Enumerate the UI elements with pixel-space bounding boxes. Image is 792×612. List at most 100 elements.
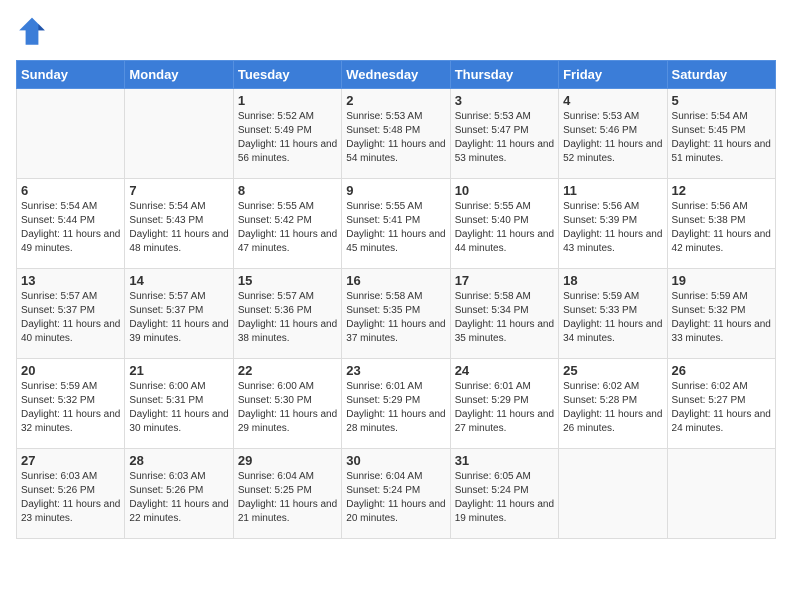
day-info: Sunrise: 5:54 AM Sunset: 5:44 PM Dayligh… <box>21 200 120 256</box>
day-number: 15 <box>238 273 337 288</box>
day-info: Sunrise: 5:57 AM Sunset: 5:36 PM Dayligh… <box>238 290 337 346</box>
day-cell: 20 Sunrise: 5:59 AM Sunset: 5:32 PM Dayli… <box>17 359 125 449</box>
day-number: 9 <box>346 183 445 198</box>
day-cell: 11Sunrise: 5:56 AM Sunset: 5:39 PM Dayli… <box>559 179 667 269</box>
day-number: 26 <box>672 363 771 378</box>
day-info: Sunrise: 6:00 AM Sunset: 5:31 PM Dayligh… <box>129 380 228 436</box>
week-row-3: 13 Sunrise: 5:57 AM Sunset: 5:37 PM Dayli… <box>17 269 776 359</box>
day-info: Sunrise: 6:02 AM Sunset: 5:27 PM Dayligh… <box>672 380 771 436</box>
day-cell: 23 Sunrise: 6:01 AM Sunset: 5:29 PM Dayli… <box>342 359 450 449</box>
day-cell: 3 Sunrise: 5:53 AM Sunset: 5:47 PM Daylig… <box>450 89 558 179</box>
header-cell-monday: Monday <box>125 61 233 89</box>
day-info: Sunrise: 5:59 AM Sunset: 5:32 PM Dayligh… <box>672 290 771 346</box>
day-info: Sunrise: 5:58 AM Sunset: 5:35 PM Dayligh… <box>346 290 445 346</box>
calendar-table: SundayMondayTuesdayWednesdayThursdayFrid… <box>16 60 776 539</box>
day-number: 12 <box>672 183 771 198</box>
day-info: Sunrise: 5:55 AM Sunset: 5:40 PM Dayligh… <box>455 200 554 256</box>
day-cell: 13 Sunrise: 5:57 AM Sunset: 5:37 PM Dayli… <box>17 269 125 359</box>
day-info: Sunrise: 5:59 AM Sunset: 5:32 PM Dayligh… <box>21 380 120 436</box>
day-info: Sunrise: 5:53 AM Sunset: 5:46 PM Dayligh… <box>563 110 662 166</box>
day-number: 20 <box>21 363 120 378</box>
day-info: Sunrise: 5:57 AM Sunset: 5:37 PM Dayligh… <box>21 290 120 346</box>
day-cell: 26 Sunrise: 6:02 AM Sunset: 5:27 PM Dayli… <box>667 359 775 449</box>
day-number: 23 <box>346 363 445 378</box>
header-cell-tuesday: Tuesday <box>233 61 341 89</box>
day-number: 24 <box>455 363 554 378</box>
day-cell: 14 Sunrise: 5:57 AM Sunset: 5:37 PM Dayli… <box>125 269 233 359</box>
day-cell: 22 Sunrise: 6:00 AM Sunset: 5:30 PM Dayli… <box>233 359 341 449</box>
day-cell: 5Sunrise: 5:54 AM Sunset: 5:45 PM Daylig… <box>667 89 775 179</box>
day-cell: 16 Sunrise: 5:58 AM Sunset: 5:35 PM Dayli… <box>342 269 450 359</box>
day-info: Sunrise: 5:56 AM Sunset: 5:38 PM Dayligh… <box>672 200 771 256</box>
logo-icon <box>16 16 48 48</box>
header-cell-sunday: Sunday <box>17 61 125 89</box>
day-number: 27 <box>21 453 120 468</box>
day-info: Sunrise: 6:03 AM Sunset: 5:26 PM Dayligh… <box>129 470 228 526</box>
day-info: Sunrise: 6:01 AM Sunset: 5:29 PM Dayligh… <box>455 380 554 436</box>
calendar-body: 1 Sunrise: 5:52 AM Sunset: 5:49 PM Daylig… <box>17 89 776 539</box>
header-row: SundayMondayTuesdayWednesdayThursdayFrid… <box>17 61 776 89</box>
day-info: Sunrise: 5:55 AM Sunset: 5:42 PM Dayligh… <box>238 200 337 256</box>
day-number: 13 <box>21 273 120 288</box>
day-cell: 18 Sunrise: 5:59 AM Sunset: 5:33 PM Dayli… <box>559 269 667 359</box>
day-cell: 24 Sunrise: 6:01 AM Sunset: 5:29 PM Dayli… <box>450 359 558 449</box>
day-cell: 31Sunrise: 6:05 AM Sunset: 5:24 PM Dayli… <box>450 449 558 539</box>
day-cell: 6Sunrise: 5:54 AM Sunset: 5:44 PM Daylig… <box>17 179 125 269</box>
week-row-2: 6Sunrise: 5:54 AM Sunset: 5:44 PM Daylig… <box>17 179 776 269</box>
header-cell-thursday: Thursday <box>450 61 558 89</box>
day-info: Sunrise: 6:01 AM Sunset: 5:29 PM Dayligh… <box>346 380 445 436</box>
day-number: 16 <box>346 273 445 288</box>
day-number: 14 <box>129 273 228 288</box>
day-cell: 30 Sunrise: 6:04 AM Sunset: 5:24 PM Dayli… <box>342 449 450 539</box>
day-info: Sunrise: 5:59 AM Sunset: 5:33 PM Dayligh… <box>563 290 662 346</box>
header-cell-saturday: Saturday <box>667 61 775 89</box>
day-cell: 9 Sunrise: 5:55 AM Sunset: 5:41 PM Daylig… <box>342 179 450 269</box>
day-info: Sunrise: 6:03 AM Sunset: 5:26 PM Dayligh… <box>21 470 120 526</box>
day-info: Sunrise: 6:04 AM Sunset: 5:24 PM Dayligh… <box>346 470 445 526</box>
day-cell: 27 Sunrise: 6:03 AM Sunset: 5:26 PM Dayli… <box>17 449 125 539</box>
week-row-4: 20 Sunrise: 5:59 AM Sunset: 5:32 PM Dayli… <box>17 359 776 449</box>
day-number: 29 <box>238 453 337 468</box>
day-info: Sunrise: 6:00 AM Sunset: 5:30 PM Dayligh… <box>238 380 337 436</box>
day-cell: 25Sunrise: 6:02 AM Sunset: 5:28 PM Dayli… <box>559 359 667 449</box>
day-cell: 4 Sunrise: 5:53 AM Sunset: 5:46 PM Daylig… <box>559 89 667 179</box>
day-number: 2 <box>346 93 445 108</box>
day-number: 22 <box>238 363 337 378</box>
day-info: Sunrise: 5:53 AM Sunset: 5:47 PM Dayligh… <box>455 110 554 166</box>
day-number: 18 <box>563 273 662 288</box>
calendar-header: SundayMondayTuesdayWednesdayThursdayFrid… <box>17 61 776 89</box>
day-number: 25 <box>563 363 662 378</box>
day-number: 1 <box>238 93 337 108</box>
day-cell: 2 Sunrise: 5:53 AM Sunset: 5:48 PM Daylig… <box>342 89 450 179</box>
day-number: 17 <box>455 273 554 288</box>
day-info: Sunrise: 6:04 AM Sunset: 5:25 PM Dayligh… <box>238 470 337 526</box>
day-number: 3 <box>455 93 554 108</box>
day-info: Sunrise: 5:57 AM Sunset: 5:37 PM Dayligh… <box>129 290 228 346</box>
day-number: 4 <box>563 93 662 108</box>
day-cell: 12 Sunrise: 5:56 AM Sunset: 5:38 PM Dayli… <box>667 179 775 269</box>
day-number: 28 <box>129 453 228 468</box>
day-number: 8 <box>238 183 337 198</box>
day-cell <box>559 449 667 539</box>
day-info: Sunrise: 5:55 AM Sunset: 5:41 PM Dayligh… <box>346 200 445 256</box>
page-header <box>16 16 776 48</box>
day-cell: 21Sunrise: 6:00 AM Sunset: 5:31 PM Dayli… <box>125 359 233 449</box>
day-info: Sunrise: 5:53 AM Sunset: 5:48 PM Dayligh… <box>346 110 445 166</box>
day-cell: 15 Sunrise: 5:57 AM Sunset: 5:36 PM Dayli… <box>233 269 341 359</box>
day-cell <box>17 89 125 179</box>
day-number: 10 <box>455 183 554 198</box>
day-info: Sunrise: 5:52 AM Sunset: 5:49 PM Dayligh… <box>238 110 337 166</box>
day-cell: 29 Sunrise: 6:04 AM Sunset: 5:25 PM Dayli… <box>233 449 341 539</box>
day-number: 7 <box>129 183 228 198</box>
day-cell: 8 Sunrise: 5:55 AM Sunset: 5:42 PM Daylig… <box>233 179 341 269</box>
header-cell-friday: Friday <box>559 61 667 89</box>
week-row-5: 27 Sunrise: 6:03 AM Sunset: 5:26 PM Dayli… <box>17 449 776 539</box>
day-cell: 28 Sunrise: 6:03 AM Sunset: 5:26 PM Dayli… <box>125 449 233 539</box>
day-cell: 10 Sunrise: 5:55 AM Sunset: 5:40 PM Dayli… <box>450 179 558 269</box>
day-info: Sunrise: 5:58 AM Sunset: 5:34 PM Dayligh… <box>455 290 554 346</box>
day-number: 30 <box>346 453 445 468</box>
day-info: Sunrise: 5:54 AM Sunset: 5:43 PM Dayligh… <box>129 200 228 256</box>
header-cell-wednesday: Wednesday <box>342 61 450 89</box>
day-cell: 1 Sunrise: 5:52 AM Sunset: 5:49 PM Daylig… <box>233 89 341 179</box>
day-number: 11 <box>563 183 662 198</box>
